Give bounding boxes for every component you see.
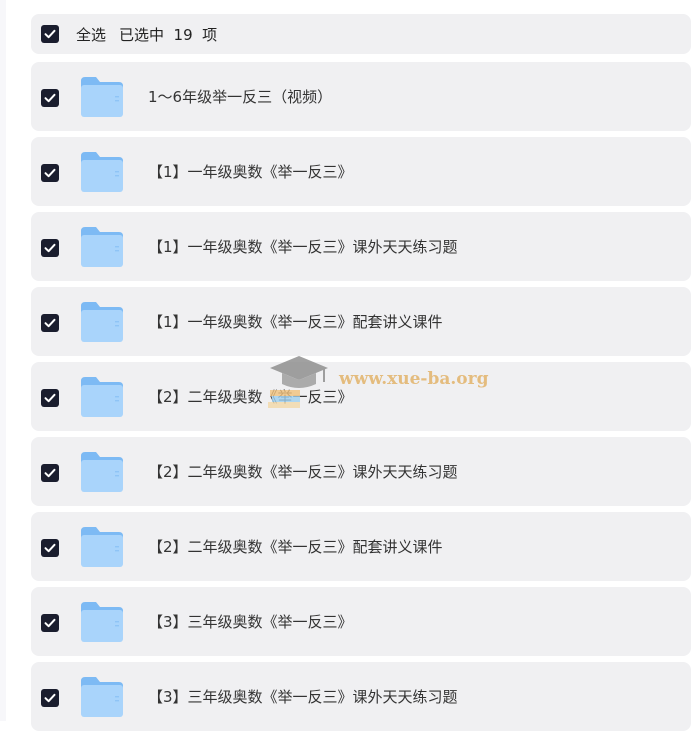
folder-icon bbox=[81, 302, 123, 342]
item-checkbox[interactable] bbox=[41, 539, 59, 557]
item-name: 【1】一年级奥数《举一反三》配套讲义课件 bbox=[148, 313, 443, 331]
item-name: 【2】二年级奥数《举一反三》 bbox=[148, 388, 353, 406]
item-name: 【3】三年级奥数《举一反三》课外天天练习题 bbox=[148, 688, 458, 706]
list-item[interactable]: 【1】一年级奥数《举一反三》配套讲义课件 bbox=[31, 287, 691, 356]
folder-icon bbox=[81, 77, 123, 117]
item-checkbox[interactable] bbox=[41, 464, 59, 482]
checkmark-icon bbox=[44, 693, 56, 703]
list-item[interactable]: 【2】二年级奥数《举一反三》课外天天练习题 bbox=[31, 437, 691, 506]
select-all-checkbox[interactable] bbox=[41, 25, 59, 43]
file-list: 1～6年级举一反三（视频） 【1】一年级奥数《举一反三》 【1】一年级奥数《举一… bbox=[31, 62, 691, 737]
folder-icon bbox=[81, 227, 123, 267]
checkmark-icon bbox=[44, 318, 56, 328]
item-checkbox[interactable] bbox=[41, 239, 59, 257]
list-item[interactable]: 【2】二年级奥数《举一反三》 bbox=[31, 362, 691, 431]
folder-icon bbox=[81, 152, 123, 192]
selected-count-text: 已选中 19 项 bbox=[119, 25, 218, 44]
list-item[interactable]: 【1】一年级奥数《举一反三》 bbox=[31, 137, 691, 206]
item-checkbox[interactable] bbox=[41, 164, 59, 182]
folder-icon bbox=[81, 602, 123, 642]
item-name: 【2】二年级奥数《举一反三》课外天天练习题 bbox=[148, 463, 458, 481]
checkmark-icon bbox=[44, 393, 56, 403]
item-checkbox[interactable] bbox=[41, 89, 59, 107]
item-checkbox[interactable] bbox=[41, 314, 59, 332]
item-name: 【1】一年级奥数《举一反三》 bbox=[148, 163, 353, 181]
list-item[interactable]: 1～6年级举一反三（视频） bbox=[31, 62, 691, 131]
folder-icon bbox=[81, 452, 123, 492]
checkmark-icon bbox=[44, 618, 56, 628]
item-name: 1～6年级举一反三（视频） bbox=[148, 88, 333, 106]
list-item[interactable]: 【2】二年级奥数《举一反三》配套讲义课件 bbox=[31, 512, 691, 581]
list-item[interactable]: 【1】一年级奥数《举一反三》课外天天练习题 bbox=[31, 212, 691, 281]
left-edge-strip bbox=[0, 0, 6, 721]
folder-icon bbox=[81, 677, 123, 717]
list-item[interactable]: 【3】三年级奥数《举一反三》 bbox=[31, 587, 691, 656]
checkmark-icon bbox=[44, 168, 56, 178]
checkmark-icon bbox=[44, 243, 56, 253]
item-name: 【1】一年级奥数《举一反三》课外天天练习题 bbox=[148, 238, 458, 256]
checkmark-icon bbox=[44, 29, 56, 39]
folder-icon bbox=[81, 377, 123, 417]
item-checkbox[interactable] bbox=[41, 614, 59, 632]
checkmark-icon bbox=[44, 93, 56, 103]
select-all-label[interactable]: 全选 bbox=[76, 24, 106, 45]
select-all-bar: 全选 已选中 19 项 bbox=[31, 14, 691, 54]
item-checkbox[interactable] bbox=[41, 689, 59, 707]
item-name: 【3】三年级奥数《举一反三》 bbox=[148, 613, 353, 631]
item-checkbox[interactable] bbox=[41, 389, 59, 407]
checkmark-icon bbox=[44, 468, 56, 478]
folder-icon bbox=[81, 527, 123, 567]
item-name: 【2】二年级奥数《举一反三》配套讲义课件 bbox=[148, 538, 443, 556]
checkmark-icon bbox=[44, 543, 56, 553]
